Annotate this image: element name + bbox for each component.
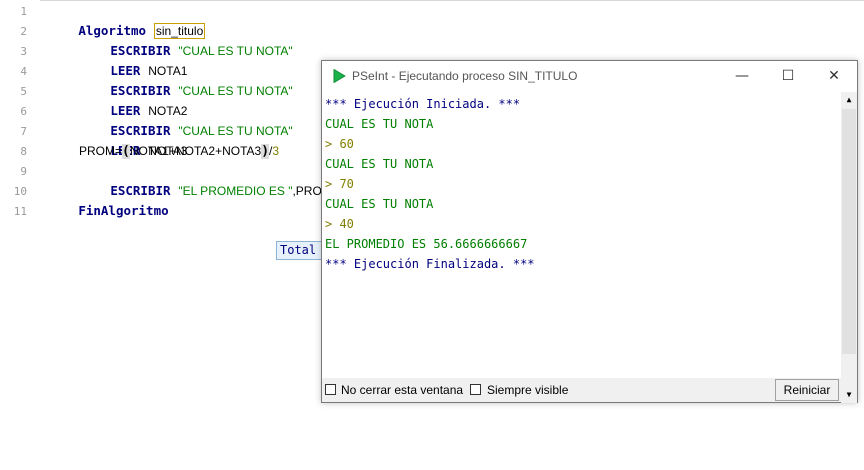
code-line[interactable]: ESCRIBIR "EL PROMEDIO ES ",PROM <box>79 161 332 198</box>
console-line: CUAL ES TU NOTA <box>325 117 434 131</box>
code-line[interactable]: Algoritmo sin_titulo <box>47 1 206 39</box>
console-line: > 40 <box>325 217 354 231</box>
line-number: 5 <box>20 85 27 98</box>
line-number-gutter: 1 2 3 4 5 6 7 8 9 10 11 <box>0 0 40 470</box>
scroll-up-arrow-icon[interactable]: ▲ <box>841 92 857 108</box>
console-line: CUAL ES TU NOTA <box>325 197 434 211</box>
console-line: > 70 <box>325 177 354 191</box>
code-line[interactable]: FinAlgoritmo <box>47 181 168 218</box>
keep-open-checkbox[interactable] <box>325 384 336 395</box>
always-visible-label[interactable]: Siempre visible <box>487 378 568 402</box>
console-output[interactable]: *** Ejecución Iniciada. *** CUAL ES TU N… <box>323 92 841 378</box>
expression: NOTA1+NOTA2+NOTA3 <box>129 144 262 158</box>
string-literal: "CUAL ES TU NOTA" <box>178 124 293 138</box>
code-line[interactable]: PROM=(NOTA1+NOTA2+NOTA3)/3 <box>79 141 279 161</box>
identifier: PROM <box>79 144 115 158</box>
keep-open-label[interactable]: No cerrar esta ventana <box>341 378 463 402</box>
minimize-button[interactable]: — <box>719 61 765 91</box>
console-line: *** Ejecución Finalizada. *** <box>325 257 535 271</box>
console-line: *** Ejecución Iniciada. *** <box>325 97 521 111</box>
pseint-play-icon <box>333 69 346 83</box>
console-line: EL PROMEDIO ES 56.6666666667 <box>325 237 528 251</box>
window-bottom-bar: No cerrar esta ventana Siempre visible R… <box>322 378 841 402</box>
line-number: 6 <box>20 105 27 118</box>
keyword: FinAlgoritmo <box>78 203 169 218</box>
variable-tooltip: Total <box>276 241 326 260</box>
code-line[interactable]: ESCRIBIR "CUAL ES TU NOTA" <box>79 101 292 138</box>
window-title: PSeInt - Ejecutando proceso SIN_TITULO <box>352 69 578 83</box>
line-number: 7 <box>20 125 27 138</box>
line-number: 11 <box>13 205 27 218</box>
code-line[interactable]: LEER NOTA1 <box>79 41 187 78</box>
string-literal: "CUAL ES TU NOTA" <box>178 84 293 98</box>
string-literal: "CUAL ES TU NOTA" <box>178 44 293 58</box>
window-titlebar[interactable]: PSeInt - Ejecutando proceso SIN_TITULO —… <box>322 61 857 92</box>
operator: = <box>115 144 123 158</box>
scroll-down-arrow-icon[interactable]: ▼ <box>841 387 857 403</box>
code-line[interactable]: ESCRIBIR "CUAL ES TU NOTA" <box>79 21 292 58</box>
line-number: 9 <box>20 165 27 178</box>
code-line[interactable]: LEER NOTA3 <box>79 121 187 158</box>
matched-brace: ( <box>122 144 130 159</box>
line-number: 10 <box>13 185 27 198</box>
number-literal: 3 <box>272 144 280 158</box>
line-number: 4 <box>20 65 27 78</box>
line-number: 8 <box>20 145 27 158</box>
execution-window[interactable]: PSeInt - Ejecutando proceso SIN_TITULO —… <box>321 60 858 403</box>
close-button[interactable]: ✕ <box>811 61 857 91</box>
code-line[interactable]: ESCRIBIR "CUAL ES TU NOTA" <box>79 61 292 98</box>
line-number: 2 <box>20 25 27 38</box>
maximize-button[interactable]: ☐ <box>765 61 811 91</box>
string-literal: "EL PROMEDIO ES " <box>178 184 293 198</box>
restart-button[interactable]: Reiniciar <box>775 379 839 401</box>
scrollbar-thumb[interactable] <box>842 109 856 354</box>
code-line[interactable]: LEER NOTA2 <box>79 81 187 118</box>
console-line: CUAL ES TU NOTA <box>325 157 434 171</box>
always-visible-checkbox[interactable] <box>470 384 481 395</box>
console-line: > 60 <box>325 137 354 151</box>
matched-brace: ) <box>261 144 270 159</box>
vertical-scrollbar[interactable]: ▲ ▼ <box>841 92 857 403</box>
line-number: 1 <box>20 5 27 18</box>
line-number: 3 <box>20 45 27 58</box>
